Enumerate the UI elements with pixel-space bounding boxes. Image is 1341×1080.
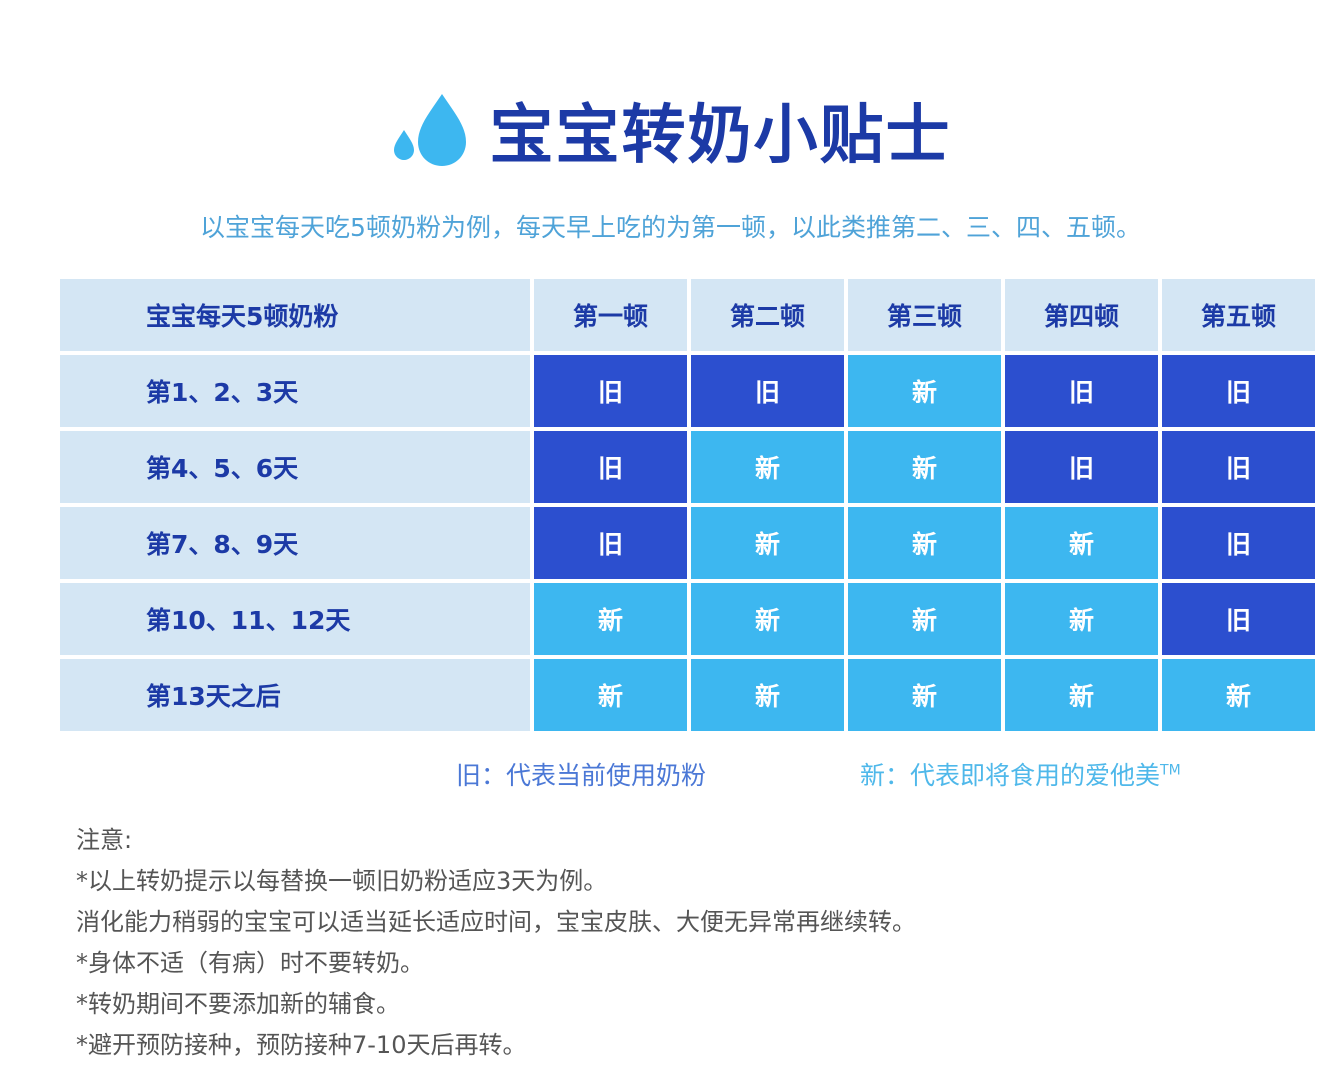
old-formula-cell: 旧 (534, 507, 687, 579)
table-row: 第1、2、3天旧旧新旧旧 (60, 355, 1315, 427)
old-formula-cell: 旧 (1005, 355, 1158, 427)
row-label: 第13天之后 (60, 659, 530, 731)
new-formula-cell: 新 (848, 355, 1001, 427)
new-formula-cell: 新 (691, 659, 844, 731)
new-formula-cell: 新 (691, 583, 844, 655)
new-formula-cell: 新 (1005, 659, 1158, 731)
schedule-table: 宝宝每天5顿奶粉 第一顿 第二顿 第三顿 第四顿 第五顿 第1、2、3天旧旧新旧旧第4、5、… (56, 275, 1319, 735)
row-label: 第10、11、12天 (60, 583, 530, 655)
new-formula-cell: 新 (848, 431, 1001, 503)
new-formula-cell: 新 (534, 659, 687, 731)
old-formula-cell: 旧 (691, 355, 844, 427)
table-row: 第7、8、9天旧新新新旧 (60, 507, 1315, 579)
table-row: 第4、5、6天旧新新旧旧 (60, 431, 1315, 503)
new-formula-cell: 新 (691, 507, 844, 579)
trademark-mark: TM (1160, 762, 1181, 779)
column-header: 第一顿 (534, 279, 687, 351)
note-line: *以上转奶提示以每替换一顿旧奶粉适应3天为例。 (76, 867, 608, 895)
notes-heading: 注意: (76, 826, 133, 854)
old-formula-cell: 旧 (1005, 431, 1158, 503)
new-formula-cell: 新 (848, 659, 1001, 731)
column-header: 第四顿 (1005, 279, 1158, 351)
row-label: 第1、2、3天 (60, 355, 530, 427)
new-formula-cell: 新 (1162, 659, 1315, 731)
old-formula-cell: 旧 (1162, 431, 1315, 503)
page-subtitle: 以宝宝每天吃5顿奶粉为例，每天早上吃的为第一顿，以此类推第二、三、四、五顿。 (200, 213, 1141, 242)
column-header: 第三顿 (848, 279, 1001, 351)
water-drop-icon (393, 94, 466, 166)
new-formula-cell: 新 (534, 583, 687, 655)
legend-old: 旧：代表当前使用奶粉 (456, 761, 707, 790)
legend-new: 新：代表即将食用的爱他美TM (860, 761, 1181, 790)
header: 宝宝转奶小贴士 (0, 80, 1341, 180)
new-formula-cell: 新 (1005, 507, 1158, 579)
column-header: 第五顿 (1162, 279, 1315, 351)
old-formula-cell: 旧 (1162, 583, 1315, 655)
old-formula-cell: 旧 (1162, 355, 1315, 427)
row-label: 第7、8、9天 (60, 507, 530, 579)
column-header: 第二顿 (691, 279, 844, 351)
new-formula-cell: 新 (848, 583, 1001, 655)
header-row: 宝宝每天5顿奶粉 第一顿 第二顿 第三顿 第四顿 第五顿 (60, 279, 1315, 351)
note-line: 消化能力稍弱的宝宝可以适当延长适应时间，宝宝皮肤、大便无异常再继续转。 (76, 908, 916, 936)
note-line: *身体不适（有病）时不要转奶。 (76, 949, 424, 977)
table-row: 第13天之后新新新新新 (60, 659, 1315, 731)
note-line: *转奶期间不要添加新的辅食。 (76, 990, 400, 1018)
page-title: 宝宝转奶小贴士 (489, 99, 952, 173)
old-formula-cell: 旧 (1162, 507, 1315, 579)
note-line: *避开预防接种，预防接种7-10天后再转。 (76, 1031, 527, 1059)
old-formula-cell: 旧 (534, 431, 687, 503)
new-formula-cell: 新 (691, 431, 844, 503)
new-formula-cell: 新 (848, 507, 1001, 579)
notes-section: 注意: *以上转奶提示以每替换一顿旧奶粉适应3天为例。 消化能力稍弱的宝宝可以适当… (76, 820, 916, 1066)
corner-header: 宝宝每天5顿奶粉 (60, 279, 530, 351)
row-label: 第4、5、6天 (60, 431, 530, 503)
table-row: 第10、11、12天新新新新旧 (60, 583, 1315, 655)
new-formula-cell: 新 (1005, 583, 1158, 655)
old-formula-cell: 旧 (534, 355, 687, 427)
